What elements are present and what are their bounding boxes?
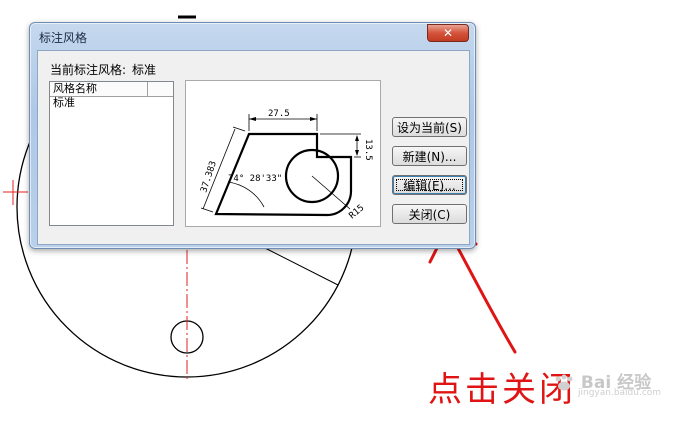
set-current-label: 设为当前(S) [397,120,462,135]
dialog-client-area: 当前标注风格: 标准 风格名称 标准 27.5 13.5 37.383 74° … [37,50,470,245]
style-listbox[interactable]: 风格名称 标准 [49,81,174,226]
column-header-style-name[interactable]: 风格名称 [50,82,148,96]
close-icon: ✕ [442,26,454,40]
close-label: 关闭(C) [408,207,451,222]
list-header: 风格名称 [50,82,173,97]
list-item[interactable]: 标准 [50,97,173,109]
current-style-row: 当前标注风格: 标准 [50,61,156,78]
current-style-value: 标准 [132,63,157,77]
new-label: 新建(N)... [402,149,457,164]
close-button[interactable]: 关闭(C) [392,204,467,224]
watermark-url: jingyan.baidu.com [578,388,662,398]
edit-button[interactable]: 编辑(E)... [392,175,467,195]
radius-label: R15 [348,203,367,221]
style-preview: 27.5 13.5 37.383 74° 28'33" R15 [185,80,381,227]
window-close-button[interactable]: ✕ [427,24,469,42]
dimension-leader-line [264,247,339,286]
dialog-title: 标注风格 [39,31,88,45]
dim-top-label: 27.5 [268,109,290,119]
focus-rectangle [396,179,463,191]
paw-icon [555,374,573,391]
column-header-blank [148,82,173,96]
preview-drawing: 27.5 13.5 37.383 74° 28'33" R15 [199,109,373,221]
angle-label: 74° 28'33" [228,174,282,184]
dimension-style-dialog: 标注风格 ✕ 当前标注风格: 标准 风格名称 标准 27.5 13.5 37.3… [29,22,476,249]
current-style-label: 当前标注风格: [50,63,127,77]
set-current-button[interactable]: 设为当前(S) [392,117,467,137]
new-button[interactable]: 新建(N)... [392,146,467,166]
dim-right-label: 13.5 [363,139,373,161]
annotation-arrow-shaft [450,235,517,354]
